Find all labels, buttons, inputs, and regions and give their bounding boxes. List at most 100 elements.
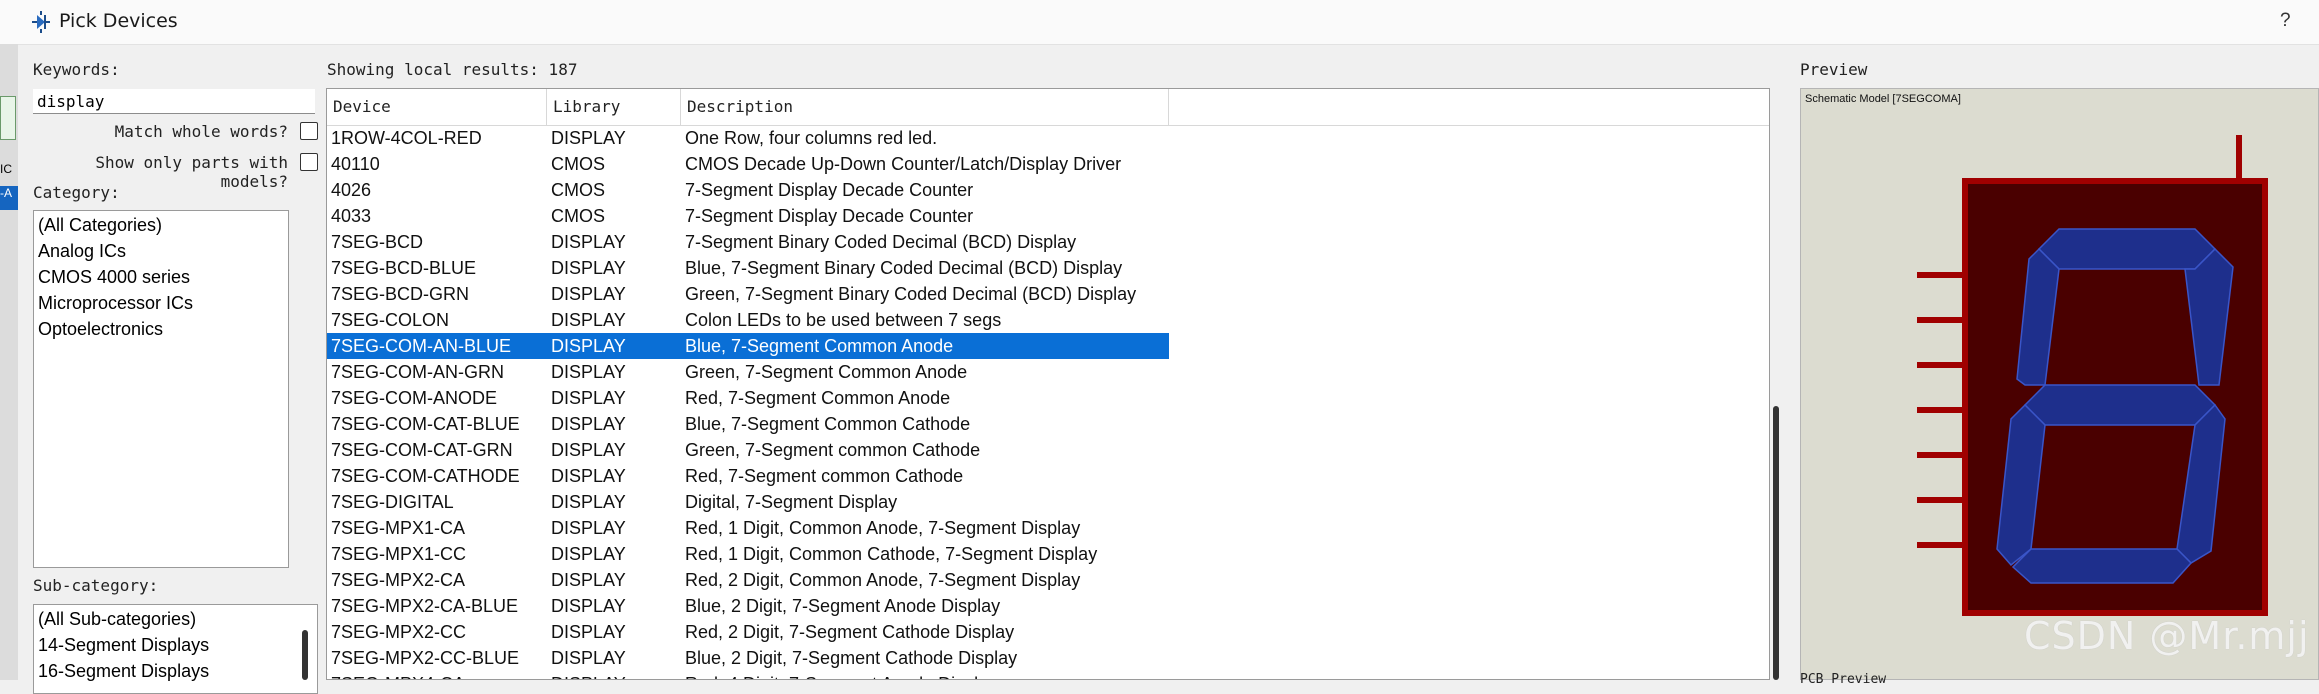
library-cell: CMOS — [551, 180, 605, 200]
table-row[interactable]: 7SEG-BCD-BLUE DISPLAY Blue, 7-Segment Bina… — [327, 255, 1169, 281]
library-cell: DISPLAY — [551, 671, 681, 679]
table-row[interactable]: 7SEG-COLON DISPLAY Colon LEDs to be used b… — [327, 307, 1169, 333]
subcategory-scrollbar[interactable] — [302, 630, 308, 680]
library-cell: DISPLAY — [551, 336, 626, 356]
library-cell: CMOS — [551, 154, 605, 174]
library-cell: DISPLAY — [551, 310, 626, 330]
category-item[interactable]: (All Categories) — [34, 212, 288, 238]
library-cell: DISPLAY — [551, 128, 626, 148]
library-cell: DISPLAY — [551, 492, 626, 512]
table-row[interactable]: 7SEG-MPX2-CA-BLUE DISPLAY Blue, 2 Digit, 7… — [327, 593, 1169, 619]
library-cell: DISPLAY — [551, 544, 626, 564]
device-cell: 7SEG-BCD-BLUE — [331, 258, 477, 278]
column-header-description[interactable]: Description — [681, 89, 1169, 125]
category-item[interactable]: CMOS 4000 series — [34, 264, 288, 290]
library-cell: DISPLAY — [551, 414, 626, 434]
only-models-option[interactable]: Show only parts with models? — [33, 152, 318, 191]
table-row[interactable]: 7SEG-DIGITAL DISPLAY Digital, 7-Segment Di… — [327, 489, 1169, 515]
table-row[interactable]: 7SEG-MPX1-CA DISPLAY Red, 1 Digit, Common … — [327, 515, 1169, 541]
match-whole-words-option[interactable]: Match whole words? — [33, 121, 318, 143]
description-cell: Green, 7-Segment common Cathode — [685, 440, 981, 460]
results-table[interactable]: Device Library Description 1ROW-4COL-RED… — [326, 88, 1770, 680]
results-summary: Showing local results: 187 — [327, 60, 578, 79]
library-cell: DISPLAY — [551, 362, 626, 382]
column-header-device[interactable]: Device — [327, 89, 547, 125]
table-row[interactable]: 7SEG-COM-AN-BLUE DISPLAY Blue, 7-Segment C… — [327, 333, 1169, 359]
segment-d — [2011, 548, 2193, 584]
category-list[interactable]: (All Categories) Analog ICs CMOS 4000 se… — [33, 210, 289, 568]
description-cell: Red, 1 Digit, Common Anode, 7-Segment Di… — [685, 518, 1081, 538]
table-row[interactable]: 7SEG-BCD DISPLAY 7-Segment Binary Coded De… — [327, 229, 1169, 255]
device-cell: 4026 — [331, 180, 372, 200]
table-row[interactable]: 7SEG-COM-CAT-GRN DISPLAY Green, 7-Segment … — [327, 437, 1169, 463]
device-cell: 7SEG-MPX1-CA — [331, 518, 466, 538]
device-cell: 7SEG-MPX2-CC-BLUE — [331, 648, 520, 668]
library-cell: DISPLAY — [551, 232, 626, 252]
match-whole-words-label: Match whole words? — [114, 122, 288, 141]
subcategory-item[interactable]: 14-Segment Displays — [34, 632, 317, 658]
table-row[interactable]: 7SEG-MPX2-CC-BLUE DISPLAY Blue, 2 Digit, 7… — [327, 645, 1169, 671]
watermark: CSDN @Mr.mjj — [2024, 614, 2310, 658]
column-header-library[interactable]: Library — [547, 89, 681, 125]
description-cell: One Row, four columns red led. — [685, 128, 938, 148]
library-cell: DISPLAY — [551, 440, 626, 460]
only-models-checkbox[interactable] — [300, 153, 318, 171]
description-cell: CMOS Decade Up-Down Counter/Latch/Displa… — [685, 154, 1122, 174]
table-row[interactable]: 7SEG-COM-CATHODE DISPLAY Red, 7-Segment co… — [327, 463, 1169, 489]
description-cell: Blue, 2 Digit, 7-Segment Cathode Display — [685, 648, 1018, 668]
description-cell: Digital, 7-Segment Display — [685, 492, 898, 512]
device-cell: 7SEG-MPX4-CA — [331, 671, 543, 679]
seven-segment-schematic — [1917, 135, 2268, 616]
device-cell: 7SEG-MPX2-CC — [331, 622, 467, 642]
device-cell: 7SEG-COM-ANODE — [331, 388, 498, 408]
match-whole-words-checkbox[interactable] — [300, 122, 318, 140]
device-cell: 7SEG-COM-AN-BLUE — [331, 336, 512, 356]
description-cell: Red, 7-Segment Common Anode — [685, 388, 951, 408]
category-item[interactable]: Microprocessor ICs — [34, 290, 288, 316]
subcategory-item[interactable]: 16-Segment Displays — [34, 658, 317, 684]
table-row[interactable]: 7SEG-COM-CAT-BLUE DISPLAY Blue, 7-Segment … — [327, 411, 1169, 437]
description-cell: Red, 7-Segment common Cathode — [685, 466, 964, 486]
segment-g — [2023, 384, 2217, 426]
description-cell: Blue, 7-Segment Binary Coded Decimal (BC… — [685, 258, 1123, 278]
results-scrollbar[interactable] — [1773, 406, 1779, 680]
table-row[interactable]: 7SEG-MPX2-CC DISPLAY Red, 2 Digit, 7-Segme… — [327, 619, 1169, 645]
device-cell: 1ROW-4COL-RED — [331, 128, 482, 148]
device-cell: 40110 — [331, 154, 380, 174]
table-row[interactable]: 7SEG-MPX4-CA DISPLAY Red, 4 Digit, 7-Segme… — [327, 671, 1169, 679]
table-row[interactable]: 4026 CMOS 7-Segment Display Decade Counter — [327, 177, 1169, 203]
device-cell: 7SEG-COM-CAT-BLUE — [331, 414, 520, 434]
description-cell: 7-Segment Display Decade Counter — [685, 206, 974, 226]
description-cell: Blue, 7-Segment Common Cathode — [685, 414, 971, 434]
table-row[interactable]: 7SEG-MPX1-CC DISPLAY Red, 1 Digit, Common … — [327, 541, 1169, 567]
segment-a — [2037, 228, 2217, 270]
preview-label: Preview — [1800, 60, 1868, 79]
table-row[interactable]: 40110 CMOS CMOS Decade Up-Down Counter/Lat… — [327, 151, 1169, 177]
library-cell: DISPLAY — [551, 518, 626, 538]
background-text: IC — [0, 162, 12, 176]
table-row[interactable]: 7SEG-COM-AN-GRN DISPLAY Green, 7-Segment C… — [327, 359, 1169, 385]
table-row[interactable]: 7SEG-COM-ANODE DISPLAY Red, 7-Segment Comm… — [327, 385, 1169, 411]
library-cell: CMOS — [551, 206, 605, 226]
preview-caption: Schematic Model [7SEGCOMA] — [1805, 93, 1961, 105]
help-button[interactable]: ? — [2280, 10, 2291, 32]
category-item[interactable]: Optoelectronics — [34, 316, 288, 342]
category-item[interactable]: Analog ICs — [34, 238, 288, 264]
description-cell: 7-Segment Display Decade Counter — [685, 180, 974, 200]
table-row[interactable]: 1ROW-4COL-RED DISPLAY One Row, four column… — [327, 125, 1169, 151]
device-cell: 7SEG-MPX2-CA-BLUE — [331, 596, 519, 616]
table-row[interactable]: 7SEG-MPX2-CA DISPLAY Red, 2 Digit, Common … — [327, 567, 1169, 593]
device-cell: 7SEG-COM-CAT-GRN — [331, 440, 513, 460]
device-cell: 7SEG-DIGITAL — [331, 492, 454, 512]
background-thumbnail — [0, 96, 16, 140]
subcategory-list[interactable]: (All Sub-categories) 14-Segment Displays… — [33, 604, 318, 694]
library-cell: DISPLAY — [551, 284, 626, 304]
subcategory-item[interactable]: (All Sub-categories) — [34, 606, 317, 632]
table-row[interactable]: 4033 CMOS 7-Segment Display Decade Counter — [327, 203, 1169, 229]
description-cell: Blue, 7-Segment Common Anode — [685, 336, 954, 356]
description-cell: Red, 2 Digit, Common Anode, 7-Segment Di… — [685, 570, 1081, 590]
device-cell: 7SEG-COM-CATHODE — [331, 466, 520, 486]
table-row[interactable]: 7SEG-BCD-GRN DISPLAY Green, 7-Segment Bina… — [327, 281, 1169, 307]
library-cell: DISPLAY — [551, 622, 626, 642]
keywords-input[interactable] — [33, 89, 315, 114]
